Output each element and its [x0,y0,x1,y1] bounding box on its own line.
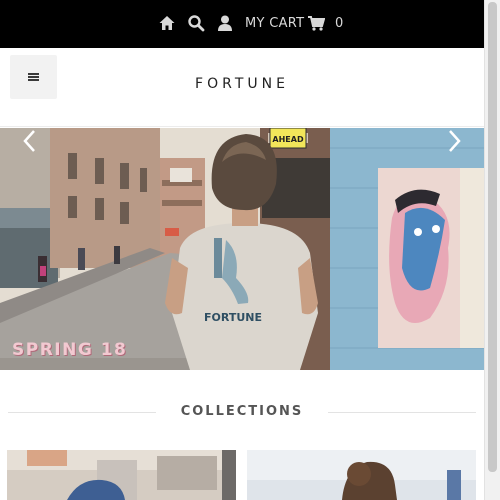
divider-right [328,412,476,413]
collection-image-1 [7,450,236,500]
scrollbar-thumb[interactable] [488,2,497,472]
chevron-right-icon[interactable] [444,128,464,154]
brand-logo[interactable]: FORTUNE [0,76,484,92]
chevron-left-icon[interactable] [20,128,40,154]
page: { "topbar": { "icons": ["home-icon", "se… [0,0,500,500]
collection-thumb-1[interactable] [7,450,236,500]
collection-image-2 [247,450,476,500]
page-scrollbar[interactable] [484,0,500,500]
top-bar: MY CART 0 [0,0,484,48]
collection-thumb-2[interactable] [247,450,476,500]
hero-caption: SPRING 18 [12,340,128,360]
shirt-print-text: FORTUNE [204,311,262,324]
user-icon[interactable] [216,14,234,32]
cart-icon[interactable] [307,14,325,32]
street-sign-text: AHEAD [272,135,304,144]
hero-slideshow[interactable]: AHEAD FORTUNE [0,128,484,370]
hero-image: AHEAD FORTUNE [0,128,484,370]
cart-link[interactable]: MY CART [245,16,304,31]
cart-count[interactable]: 0 [335,16,343,31]
home-icon[interactable] [158,14,176,32]
collections-section: COLLECTIONS [0,370,484,500]
search-icon[interactable] [187,14,205,32]
site-header: FORTUNE [0,48,484,127]
